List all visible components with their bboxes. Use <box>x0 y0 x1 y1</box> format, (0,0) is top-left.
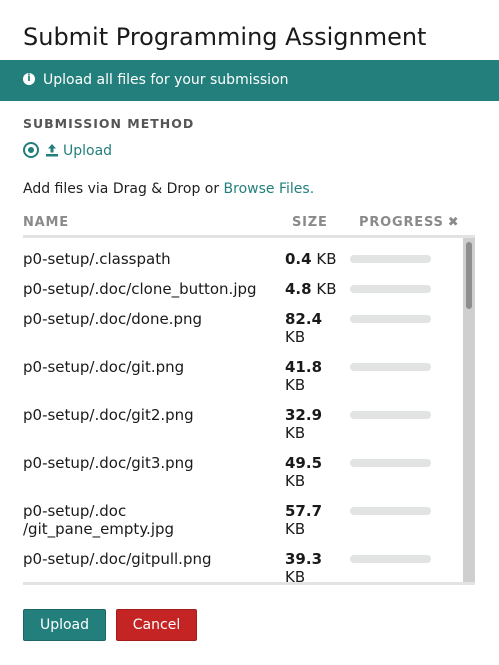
file-size: 32.9 KB <box>285 406 347 442</box>
name-column-header: NAME <box>23 215 69 230</box>
clear-all-icon[interactable]: ✖ <box>448 215 460 230</box>
file-name-part: p0-setup/.doc/git.png <box>23 358 185 376</box>
add-files-text: Add files via Drag & Drop or <box>23 181 224 197</box>
info-icon: i <box>23 73 35 85</box>
info-banner: i Upload all files for your submission <box>0 60 499 101</box>
progress-column-header: PROGRESS ✖ <box>359 215 459 231</box>
radio-selected-icon[interactable] <box>23 142 39 158</box>
file-name-part: p0-setup/.doc/gitpull.png <box>23 550 212 568</box>
file-size: 49.5 KB <box>285 454 347 490</box>
submission-method-heading: SUBMISSION METHOD <box>23 116 195 131</box>
file-name: p0-setup/.doc/git_pane_empty.jpg <box>23 502 278 538</box>
file-size: 41.8 KB <box>285 358 347 394</box>
file-name: p0-setup/.doc/done.png <box>23 310 278 328</box>
upload-button[interactable]: Upload <box>23 609 106 641</box>
file-name-part: p0-setup/.doc/done.png <box>23 310 203 328</box>
file-size-unit: KB <box>285 472 306 490</box>
file-name: p0-setup/.doc/git2.png <box>23 406 278 424</box>
file-row: p0-setup/.doc/git2.png 32.9 KB <box>23 406 453 454</box>
file-size-unit: KB <box>285 328 306 346</box>
file-size-value: 0.4 <box>285 250 312 268</box>
file-row: p0-setup/.doc/gitpull.png 39.3 KB <box>23 550 453 585</box>
file-size-unit: KB <box>285 520 306 538</box>
file-size: 4.8 KB <box>285 280 347 298</box>
file-name-part: p0-setup/.doc/clone_button.jpg <box>23 280 257 298</box>
file-name: p0-setup/.doc/git.png <box>23 358 278 376</box>
progress-bar <box>350 459 431 467</box>
progress-bar <box>350 285 431 293</box>
file-size-unit: KB <box>285 568 306 585</box>
file-size-value: 4.8 <box>285 280 312 298</box>
file-name: p0-setup/.doc/git3.png <box>23 454 278 472</box>
file-size-unit: KB <box>316 280 337 298</box>
file-name-part: p0-setup/.doc <box>23 502 127 520</box>
file-size-value: 41.8 <box>285 358 323 376</box>
file-size-value: 39.3 <box>285 550 323 568</box>
file-size-unit: KB <box>285 376 306 394</box>
file-size-value: 32.9 <box>285 406 323 424</box>
progress-header-label: PROGRESS <box>359 215 444 230</box>
file-name: p0-setup/.doc/clone_button.jpg <box>23 280 278 298</box>
progress-bar <box>350 555 431 563</box>
size-column-header: SIZE <box>292 215 328 230</box>
file-name-part: /git_pane_empty.jpg <box>23 520 175 538</box>
banner-text: Upload all files for your submission <box>43 72 289 88</box>
scrollbar[interactable] <box>463 238 475 582</box>
file-row: p0-setup/.classpath 0.4 KB <box>23 250 453 280</box>
add-files-instructions: Add files via Drag & Drop or Browse File… <box>23 180 314 198</box>
file-size: 39.3 KB <box>285 550 347 585</box>
browse-files-link[interactable]: Browse Files. <box>224 181 315 197</box>
progress-bar <box>350 363 431 371</box>
file-size: 57.7 KB <box>285 502 347 538</box>
progress-bar <box>350 411 431 419</box>
file-row: p0-setup/.doc/done.png 82.4 KB <box>23 310 453 358</box>
file-size-value: 57.7 <box>285 502 323 520</box>
upload-method-label[interactable]: Upload <box>63 142 112 160</box>
scrollbar-thumb[interactable] <box>466 242 472 309</box>
progress-bar <box>350 507 431 515</box>
file-size-value: 49.5 <box>285 454 323 472</box>
file-name-part: p0-setup/.doc/git2.png <box>23 406 194 424</box>
file-name: p0-setup/.doc/gitpull.png <box>23 550 278 568</box>
file-size-unit: KB <box>316 250 337 268</box>
file-row: p0-setup/.doc/git_pane_empty.jpg 57.7 KB <box>23 502 453 550</box>
file-row: p0-setup/.doc/git.png 41.8 KB <box>23 358 453 406</box>
file-table[interactable]: p0-setup/.classpath 0.4 KB p0-setup/.doc/c… <box>23 235 475 585</box>
file-name: p0-setup/.classpath <box>23 250 278 268</box>
file-size-unit: KB <box>285 424 306 442</box>
file-list: p0-setup/.classpath 0.4 KB p0-setup/.doc/c… <box>23 250 453 585</box>
file-name-part: p0-setup/.classpath <box>23 250 171 268</box>
file-size-value: 82.4 <box>285 310 323 328</box>
progress-bar <box>350 315 431 323</box>
file-size: 0.4 KB <box>285 250 347 268</box>
upload-icon <box>46 144 58 157</box>
file-row: p0-setup/.doc/clone_button.jpg 4.8 KB <box>23 280 453 310</box>
dialog-title: Submit Programming Assignment <box>23 23 427 51</box>
file-row: p0-setup/.doc/git3.png 49.5 KB <box>23 454 453 502</box>
file-name-part: p0-setup/.doc/git3.png <box>23 454 194 472</box>
file-size: 82.4 KB <box>285 310 347 346</box>
progress-bar <box>350 255 431 263</box>
cancel-button[interactable]: Cancel <box>116 609 197 641</box>
